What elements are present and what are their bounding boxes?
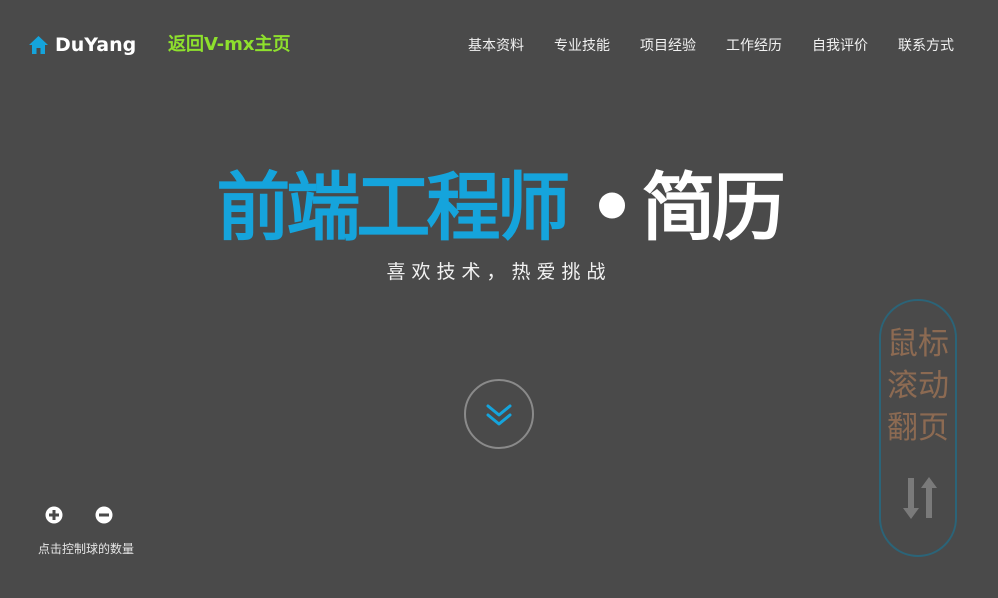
hero-title: 前端工程师 • 简历 (0, 162, 998, 254)
nav-item-self-evaluation[interactable]: 自我评价 (812, 35, 868, 55)
brand-name: DuYang (55, 34, 137, 56)
nav-item-skills[interactable]: 专业技能 (554, 35, 610, 55)
hero-title-separator: • (588, 165, 635, 251)
hero-title-rest: 简历 (641, 165, 786, 251)
nav-item-work-history[interactable]: 工作经历 (726, 35, 782, 55)
minus-circle-icon (95, 506, 113, 524)
page: DuYang 返回V-mx主页 基本资料 专业技能 项目经验 工作经历 自我评价… (0, 0, 998, 598)
nav-item-contact[interactable]: 联系方式 (898, 35, 954, 55)
nav-item-basic-info[interactable]: 基本资料 (468, 35, 524, 55)
hero-subtitle: 喜欢技术，热爱挑战 (386, 261, 612, 283)
scroll-hint-line-1: 鼠标 (887, 326, 949, 362)
back-to-home-link[interactable]: 返回V-mx主页 (168, 32, 290, 58)
up-down-arrows-icon (903, 477, 937, 519)
remove-ball-button[interactable] (95, 506, 113, 524)
double-chevron-down-icon (486, 404, 512, 426)
plus-circle-icon (45, 506, 63, 524)
scroll-down-button[interactable] (464, 379, 534, 449)
brand-link[interactable]: DuYang (28, 32, 136, 58)
scroll-hint: 鼠标 滚动 翻页 (879, 299, 957, 557)
hero-title-highlight: 前端工程师 (216, 165, 570, 251)
add-ball-button[interactable] (45, 506, 63, 524)
scroll-hint-line-3: 翻页 (887, 410, 949, 446)
home-icon (28, 35, 49, 56)
main-nav: 基本资料 专业技能 项目经验 工作经历 自我评价 联系方式 (468, 32, 954, 58)
nav-item-projects[interactable]: 项目经验 (640, 35, 696, 55)
ball-controls-caption: 点击控制球的数量 (38, 542, 135, 556)
scroll-hint-line-2: 滚动 (887, 368, 949, 404)
